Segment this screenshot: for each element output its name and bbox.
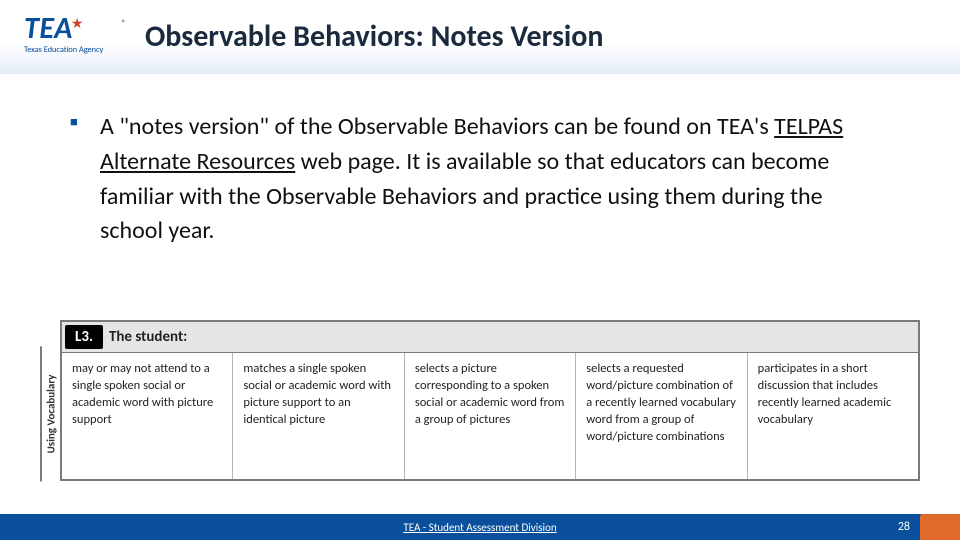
- level-badge: L3.: [65, 325, 103, 349]
- table-cell: may or may not attend to a single spoken…: [62, 353, 233, 479]
- body: A "notes version" of the Observable Beha…: [0, 74, 960, 249]
- bullet-text-pre: A "notes version" of the Observable Beha…: [100, 112, 774, 141]
- bullet-list: A "notes version" of the Observable Beha…: [70, 110, 890, 249]
- footer: TEA - Student Assessment Division 28: [0, 514, 960, 540]
- star-icon: ★: [71, 15, 84, 32]
- logo-text: TEA: [24, 10, 73, 47]
- table-header-label: The student:: [109, 328, 187, 346]
- table-row: may or may not attend to a single spoken…: [60, 353, 920, 481]
- header: TEA★ ® Texas Education Agency Observable …: [0, 0, 960, 74]
- behaviors-table: Using Vocabulary L3. The student: may or…: [40, 320, 920, 481]
- footer-accent: [920, 514, 960, 540]
- table-cell: participates in a short discussion that …: [748, 353, 918, 479]
- logo-subtitle: Texas Education Agency: [24, 45, 124, 55]
- tea-logo: TEA★® Texas Education Agency: [24, 14, 124, 64]
- row-category-label: Using Vocabulary: [40, 346, 60, 481]
- table-cell: selects a requested word/picture combina…: [576, 353, 747, 479]
- footer-text: TEA - Student Assessment Division: [403, 521, 556, 534]
- registered-icon: ®: [121, 18, 126, 29]
- page-number: 28: [898, 520, 910, 534]
- slide: TEA★ ® Texas Education Agency Observable …: [0, 0, 960, 540]
- bullet-item: A "notes version" of the Observable Beha…: [70, 110, 890, 249]
- table-cell: matches a single spoken social or academ…: [233, 353, 404, 479]
- table-header: L3. The student:: [60, 320, 920, 353]
- slide-title: Observable Behaviors: Notes Version: [145, 18, 604, 55]
- table-cell: selects a picture corresponding to a spo…: [405, 353, 576, 479]
